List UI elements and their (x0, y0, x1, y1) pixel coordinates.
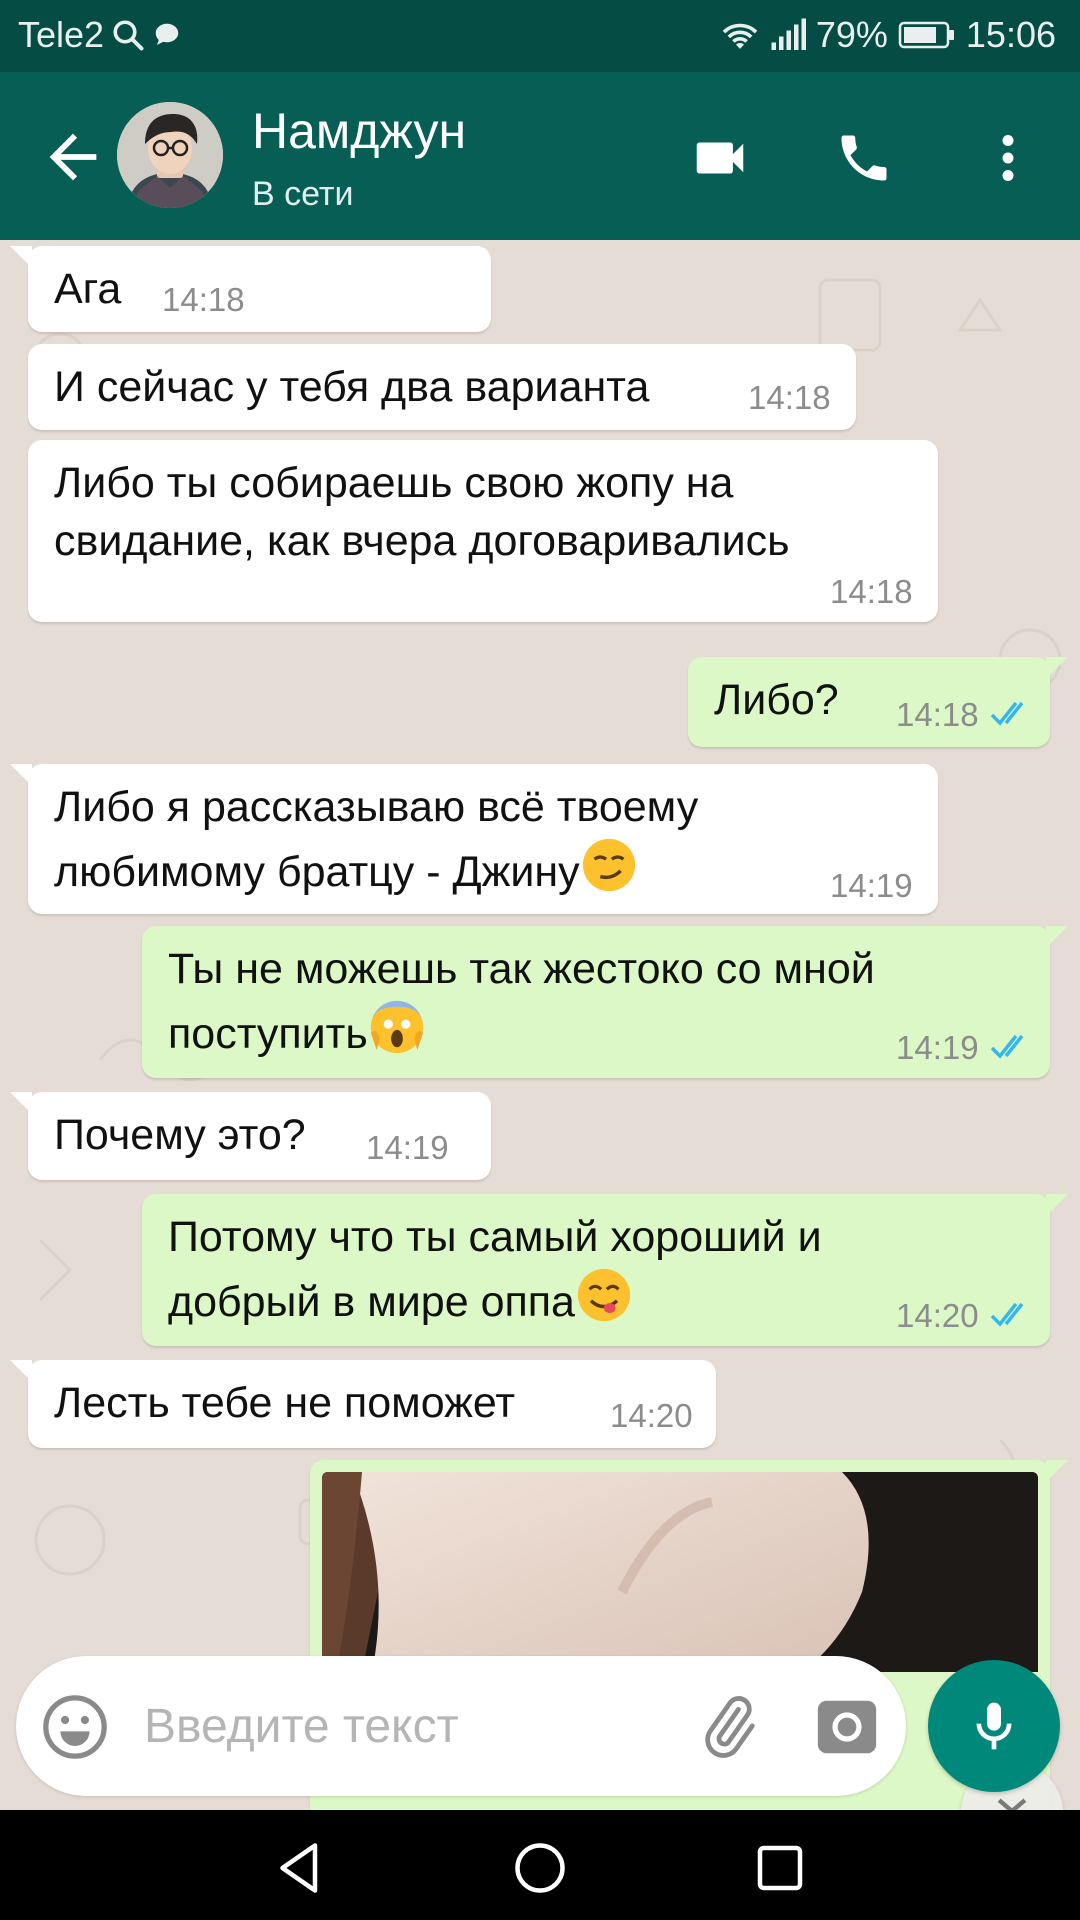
nav-home-icon[interactable] (510, 1838, 570, 1898)
nav-recents-icon[interactable] (750, 1838, 810, 1898)
message-incoming[interactable]: Ага 14:18 (10, 246, 491, 332)
message-text-line-1: Либо я рассказываю всё твоему (54, 783, 699, 831)
message-line-2-wrap: добрый в мире оппа (168, 1266, 633, 1339)
system-nav-bar (0, 1810, 1080, 1920)
battery-percent: 79% (815, 14, 888, 55)
message-text: Почему это? (54, 1111, 306, 1159)
message-text-line-1: Либо ты собираешь свою жопу на (54, 459, 734, 507)
back-arrow-icon[interactable] (38, 122, 108, 192)
chat-bubble-icon (152, 20, 182, 50)
message-time: 14:20 (610, 1397, 693, 1434)
camera-icon[interactable] (812, 1692, 882, 1762)
read-ticks-icon (990, 1302, 1024, 1327)
face-savoring-food-emoji-icon (575, 1266, 633, 1339)
phone-icon[interactable] (828, 122, 900, 194)
message-text: Лесть тебе не поможет (54, 1379, 516, 1427)
carrier-label: Tele2 (18, 14, 105, 55)
message-text-line-2: свидание, как вчера договаривались (54, 517, 790, 565)
avatar[interactable] (117, 102, 223, 208)
smirking-face-emoji-icon (580, 836, 638, 909)
read-ticks-icon (990, 701, 1024, 726)
message-input[interactable] (144, 1686, 664, 1766)
message-text: Либо? (714, 676, 839, 724)
message-outgoing[interactable]: Потому что ты самый хороший и добрый в м… (142, 1194, 1068, 1346)
search-icon (110, 17, 146, 53)
clock: 15:06 (965, 14, 1056, 55)
emoji-icon[interactable] (40, 1692, 110, 1762)
message-time: 14:19 (366, 1129, 449, 1166)
message-incoming[interactable]: Почему это? 14:19 (10, 1092, 491, 1180)
message-photo[interactable] (322, 1472, 1038, 1672)
message-time: 14:19 (830, 867, 913, 904)
message-incoming[interactable]: Либо я рассказываю всё твоему любимому б… (10, 764, 938, 914)
read-ticks-icon (990, 1034, 1024, 1059)
message-text-line-2: поступить (168, 1010, 368, 1058)
message-text: Ага (54, 265, 122, 313)
battery-icon (898, 20, 956, 50)
message-text-line-1: Потому что ты самый хороший и (168, 1213, 822, 1261)
double-chevron-down-icon (997, 1798, 1027, 1810)
contact-name[interactable]: Намджун (252, 102, 466, 160)
mic-button[interactable] (928, 1660, 1060, 1792)
signal-icon (770, 18, 806, 52)
message-line-2-wrap: поступить (168, 998, 426, 1071)
message-time: 14:18 (830, 573, 913, 610)
contact-status: В сети (252, 175, 354, 213)
attach-icon[interactable] (692, 1692, 764, 1764)
message-composer (16, 1656, 906, 1796)
message-text-line-1: Ты не можешь так жестоко со мной (168, 945, 875, 993)
message-incoming[interactable]: Либо ты собираешь свою жопу на свидание,… (28, 440, 938, 622)
message-outgoing[interactable]: Либо? 14:18 (688, 657, 1068, 747)
nav-back-icon[interactable] (270, 1838, 330, 1898)
message-text-line-2: любимому братцу - Джину (54, 848, 580, 896)
message-time: 14:18 (748, 379, 831, 416)
chat-area[interactable]: Ага 14:18 И сейчас у тебя два варианта 1… (0, 240, 1080, 1810)
more-vert-icon[interactable] (972, 122, 1044, 194)
status-right: 79% 15:06 (720, 14, 1056, 56)
face-screaming-in-fear-emoji-icon (368, 998, 426, 1071)
message-text-line-2: добрый в мире оппа (168, 1278, 575, 1326)
message-line-2-wrap: любимому братцу - Джину (54, 836, 638, 909)
message-time: 14:20 (896, 1297, 979, 1334)
message-time: 14:19 (896, 1029, 979, 1066)
status-bar: Tele2 79% 15:06 (0, 0, 1080, 72)
mic-icon (976, 1702, 1012, 1750)
message-time: 14:18 (162, 281, 245, 318)
message-outgoing[interactable]: Ты не можешь так жестоко со мной поступи… (142, 926, 1068, 1078)
status-left: Tele2 (18, 14, 182, 56)
message-time: 14:18 (896, 696, 979, 733)
message-incoming[interactable]: И сейчас у тебя два варианта 14:18 (28, 344, 856, 430)
message-text: И сейчас у тебя два варианта (54, 363, 650, 411)
video-call-icon[interactable] (684, 122, 756, 194)
chat-header: Намджун В сети (0, 72, 1080, 240)
message-incoming[interactable]: Лесть тебе не поможет 14:20 (10, 1360, 716, 1448)
wifi-icon (720, 17, 760, 53)
